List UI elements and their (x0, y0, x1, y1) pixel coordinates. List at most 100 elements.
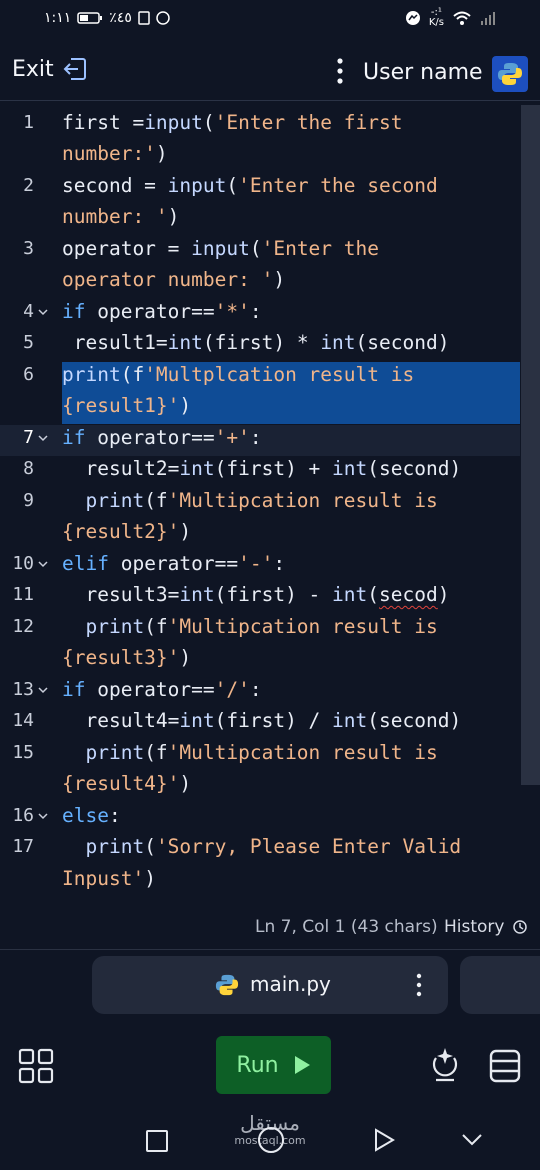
code-text: print(f'Multipcation result is (85, 615, 438, 638)
fold-chevron-icon[interactable] (37, 684, 49, 696)
code-line[interactable]: 3 operator = input('Enter the (0, 233, 520, 264)
exit-label: Exit (12, 56, 54, 82)
signal-icon (481, 12, 495, 25)
line-number: 15 (12, 742, 34, 763)
code-line[interactable]: 7 if operator=='+': (0, 422, 520, 453)
back-icon[interactable] (372, 1127, 396, 1153)
run-label: Run (236, 1052, 279, 1078)
recents-icon[interactable] (146, 1130, 168, 1152)
editor-status-line: Ln 7, Col 1 (43 chars) History (0, 905, 540, 950)
code-line[interactable]: 4 if operator=='*': (0, 296, 520, 327)
code-text: second = input('Enter the second (62, 174, 438, 197)
code-text: {result3}') (62, 646, 192, 669)
sim-icon (138, 11, 150, 25)
history-button[interactable]: History (444, 917, 528, 937)
code-line[interactable]: 1 first =input('Enter the first (0, 107, 520, 138)
editor-scrollbar[interactable] (521, 105, 540, 785)
app-header: Exit User name (0, 44, 540, 101)
network-speed: -:¹ K/s (428, 7, 444, 28)
python-file-icon (215, 974, 239, 996)
play-icon (294, 1056, 310, 1074)
python-logo-icon[interactable] (492, 56, 528, 92)
code-line[interactable]: 2 second = input('Enter the second (0, 170, 520, 201)
line-number: 16 (12, 805, 34, 826)
code-line[interactable]: 13 if operator=='/': (0, 674, 520, 705)
code-text: first =input('Enter the first (62, 111, 403, 134)
more-vertical-icon[interactable] (414, 972, 424, 998)
battery-percent: ٪٤٥ (109, 10, 132, 26)
database-icon[interactable] (488, 1048, 522, 1084)
messenger-icon (405, 11, 420, 25)
line-number: 12 (12, 616, 34, 637)
code-text: result2=int(first) + int(second) (62, 457, 462, 480)
code-line[interactable]: 14 result4=int(first) / int(second) (0, 705, 520, 736)
code-text: operator = input('Enter the (62, 237, 379, 260)
line-number: 5 (23, 332, 34, 353)
fold-chevron-icon[interactable] (37, 306, 49, 318)
code-line[interactable]: 11 result3=int(first) - int(secod) (0, 579, 520, 610)
line-number: 11 (12, 584, 34, 605)
next-file-tab[interactable] (460, 956, 540, 1014)
home-icon[interactable] (258, 1127, 284, 1153)
code-line[interactable]: 5 result1=int(first) * int(second) (0, 327, 520, 358)
fold-chevron-icon[interactable] (37, 810, 49, 822)
code-line[interactable]: {result1}') (0, 390, 520, 421)
code-text: print(f'Multipcation result is (85, 741, 438, 764)
line-number: 1 (23, 112, 34, 133)
line-number: 9 (23, 490, 34, 511)
user-name[interactable]: User name (363, 60, 483, 85)
fold-chevron-icon[interactable] (37, 558, 49, 570)
exit-button[interactable]: Exit (12, 56, 88, 82)
system-nav-bar: مستقل mostaql.com (0, 1110, 540, 1170)
file-tab[interactable]: main.py (92, 956, 448, 1014)
code-text: print(f'Multipcation result is (85, 489, 438, 512)
code-line[interactable]: number: ') (0, 201, 520, 232)
more-vertical-icon[interactable] (330, 56, 350, 86)
code-line[interactable]: 15 print(f'Multipcation result is (0, 737, 520, 768)
code-line[interactable]: 6 print(f'Multplcation result is (0, 359, 520, 390)
line-number: 17 (12, 836, 34, 857)
line-number: 8 (23, 458, 34, 479)
line-number: 13 (12, 679, 34, 700)
code-line[interactable]: number:') (0, 138, 520, 169)
run-button[interactable]: Run (216, 1036, 331, 1094)
bottom-toolbar: Run (0, 1030, 540, 1110)
code-line[interactable]: {result2}') (0, 516, 520, 547)
code-text: result3=int(first) - int(secod) (62, 583, 450, 606)
clock: ١:١١ (44, 10, 72, 26)
code-text: if operator=='+': (62, 426, 262, 449)
exit-icon (63, 58, 86, 80)
code-line[interactable]: 12 print(f'Multipcation result is (0, 611, 520, 642)
chevron-down-icon[interactable] (460, 1130, 484, 1150)
code-text: print('Sorry, Please Enter Valid (85, 835, 462, 858)
cursor-position: Ln 7, Col 1 (43 chars) (255, 917, 438, 937)
grid-icon[interactable] (18, 1048, 54, 1084)
line-number: 7 (23, 427, 34, 448)
code-line[interactable]: 10 elif operator=='-': (0, 548, 520, 579)
code-line[interactable]: 17 print('Sorry, Please Enter Valid (0, 831, 520, 862)
code-text: {result4}') (62, 772, 192, 795)
code-line[interactable]: 16 else: (0, 800, 520, 831)
system-status-bar: ١:١١ ٪٤٥ -:¹ K/s (0, 0, 540, 40)
ai-assistant-icon[interactable] (428, 1046, 462, 1084)
line-number: 3 (23, 238, 34, 259)
fold-chevron-icon[interactable] (37, 432, 49, 444)
history-icon (513, 920, 528, 934)
line-number: 6 (23, 364, 34, 385)
line-number: 14 (12, 710, 34, 731)
code-text: {result2}') (62, 520, 192, 543)
code-line[interactable]: {result3}') (0, 642, 520, 673)
code-text: print(f'Multplcation result is (62, 363, 415, 386)
code-text: operator number: ') (62, 268, 286, 291)
code-line[interactable]: operator number: ') (0, 264, 520, 295)
code-editor[interactable]: 1 first =input('Enter the first number:'… (0, 105, 540, 900)
code-line[interactable]: 9 print(f'Multipcation result is (0, 485, 520, 516)
line-number: 10 (12, 553, 34, 574)
file-name: main.py (250, 972, 331, 996)
code-line[interactable]: {result4}') (0, 768, 520, 799)
code-line[interactable]: Inpust') (0, 863, 520, 894)
code-text: else: (62, 804, 121, 827)
battery-icon (77, 12, 103, 24)
code-line[interactable]: 8 result2=int(first) + int(second) (0, 453, 520, 484)
line-number: 2 (23, 175, 34, 196)
